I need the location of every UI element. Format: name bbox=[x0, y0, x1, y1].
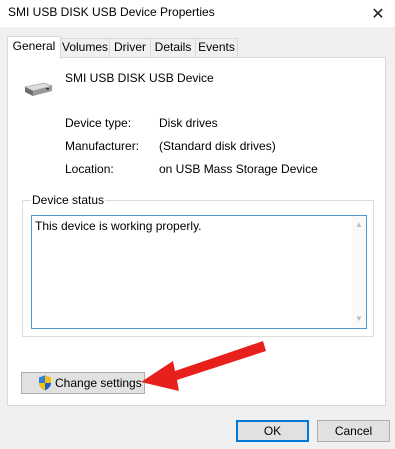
device-status-text: This device is working properly. bbox=[35, 219, 202, 233]
tab-volumes[interactable]: Volumes bbox=[60, 38, 110, 57]
uac-shield-icon bbox=[39, 375, 51, 391]
device-type-label: Device type: bbox=[65, 116, 132, 130]
cancel-button[interactable]: Cancel bbox=[317, 420, 390, 442]
scroll-up-icon[interactable]: ▲ bbox=[352, 218, 366, 232]
location-label: Location: bbox=[65, 162, 114, 176]
device-type-value: Disk drives bbox=[159, 116, 218, 130]
tab-general[interactable]: General bbox=[7, 36, 61, 59]
device-status-label: Device status bbox=[31, 193, 106, 207]
manufacturer-value: (Standard disk drives) bbox=[159, 139, 276, 153]
location-value: on USB Mass Storage Device bbox=[159, 162, 318, 176]
status-scrollbar[interactable]: ▲ ▼ bbox=[352, 216, 366, 328]
window-title: SMI USB DISK USB Device Properties bbox=[8, 5, 215, 19]
tab-driver[interactable]: Driver bbox=[109, 38, 151, 57]
tab-strip: General Volumes Driver Details Events bbox=[7, 36, 387, 59]
scroll-down-icon[interactable]: ▼ bbox=[352, 312, 366, 326]
disk-drive-icon bbox=[24, 82, 53, 96]
device-name: SMI USB DISK USB Device bbox=[65, 71, 214, 85]
ok-button[interactable]: OK bbox=[236, 420, 309, 442]
tab-details[interactable]: Details bbox=[150, 38, 196, 57]
close-button[interactable]: ✕ bbox=[361, 0, 395, 27]
manufacturer-label: Manufacturer: bbox=[65, 139, 140, 153]
close-icon: ✕ bbox=[371, 5, 385, 23]
title-bar: SMI USB DISK USB Device Properties ✕ bbox=[0, 0, 395, 27]
red-arrow-annotation bbox=[141, 341, 266, 391]
change-settings-label: Change settings bbox=[55, 376, 142, 390]
device-status-textbox[interactable]: This device is working properly. ▲ ▼ bbox=[31, 215, 367, 329]
tab-events[interactable]: Events bbox=[195, 38, 238, 57]
device-status-group: Device status This device is working pro… bbox=[22, 193, 374, 337]
change-settings-button[interactable]: Change settings bbox=[21, 372, 145, 394]
